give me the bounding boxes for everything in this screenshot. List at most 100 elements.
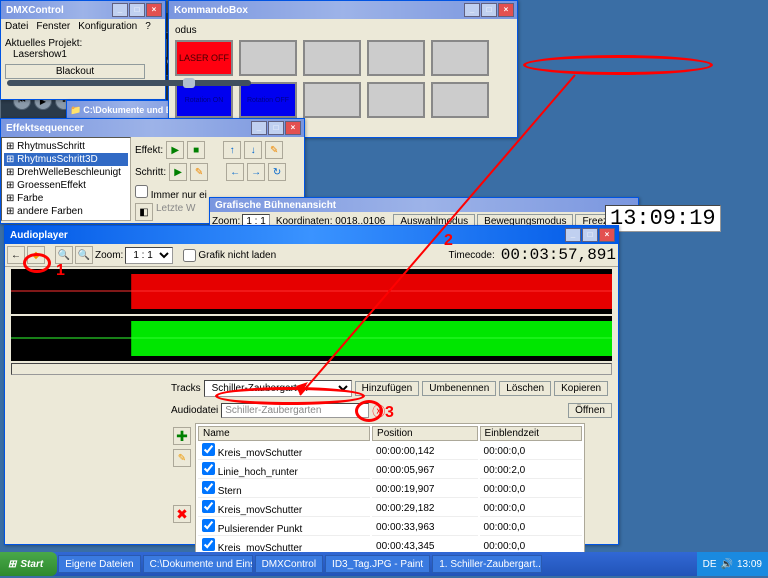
loop-icon[interactable]: ↻ [268, 163, 286, 181]
start-button[interactable]: ⊞Start [0, 552, 57, 576]
table-row[interactable]: Kreis_movSchutter00:00:00,14200:00:0,0 [198, 443, 582, 460]
zoom-in-icon[interactable]: 🔍 [55, 246, 73, 264]
maximize-button[interactable]: □ [268, 121, 284, 135]
clear-icon[interactable]: ⓧ [372, 401, 385, 420]
waveform-top[interactable] [11, 269, 612, 314]
marker-icon[interactable]: ◆ [27, 246, 45, 264]
table-row[interactable]: Pulsierender Punkt00:00:33,96300:00:0,0 [198, 519, 582, 536]
tree-item[interactable]: DrehWelleBeschleunigt [4, 166, 128, 179]
edit-icon[interactable]: ✎ [190, 163, 208, 181]
col-einblendzeit[interactable]: Einblendzeit [480, 426, 582, 441]
edit-icon[interactable]: ✎ [265, 141, 283, 159]
umbenennen-button[interactable]: Umbenennen [422, 381, 496, 396]
kopieren-button[interactable]: Kopieren [554, 381, 608, 396]
offnen-button[interactable]: Öffnen [568, 403, 612, 418]
left-icon[interactable]: ← [7, 246, 25, 264]
row-checkbox[interactable] [202, 481, 215, 494]
minimize-button[interactable]: _ [251, 121, 267, 135]
grafische-titlebar[interactable]: Grafische Bühnenansicht [210, 198, 638, 212]
minimize-button[interactable]: _ [464, 3, 480, 17]
prev-icon[interactable]: ← [226, 163, 244, 181]
next-icon[interactable]: → [247, 163, 265, 181]
window-title: Audioplayer [8, 230, 565, 241]
effektseq-titlebar[interactable]: Effektsequencer _ □ × [1, 119, 304, 137]
system-tray[interactable]: DE 🔊 13:09 [697, 552, 768, 576]
window-title: Effektsequencer [4, 123, 251, 134]
minimize-button[interactable]: _ [112, 3, 128, 17]
slot-button[interactable] [431, 82, 489, 118]
tree-item[interactable]: RhytmusSchritt [4, 140, 128, 153]
maximize-button[interactable]: □ [582, 228, 598, 242]
slot-button[interactable] [303, 40, 361, 76]
window-title: KommandoBox [172, 5, 464, 16]
menu-konfiguration[interactable]: Konfiguration [78, 21, 137, 32]
blackout-button[interactable]: Blackout [5, 64, 145, 79]
down-icon[interactable]: ↓ [244, 141, 262, 159]
tree-item[interactable]: RhytmusSchritt3D [4, 153, 128, 166]
kommandobox-titlebar[interactable]: KommandoBox _ □ × [169, 1, 517, 19]
grafik-checkbox[interactable] [183, 249, 196, 262]
tracks-select[interactable]: Schiller-Zaubergarten [204, 380, 352, 397]
maximize-button[interactable]: □ [481, 3, 497, 17]
minimize-button[interactable]: _ [565, 228, 581, 242]
tree-item[interactable]: andere Farben [4, 205, 128, 218]
schritt-label: Schritt: [135, 167, 166, 178]
menu-datei[interactable]: Datei [5, 21, 28, 32]
audioplayer-titlebar[interactable]: Audioplayer _ □ × [5, 226, 618, 244]
row-checkbox[interactable] [202, 519, 215, 532]
up-icon[interactable]: ↑ [223, 141, 241, 159]
dmxcontrol-titlebar[interactable]: DMXControl _ □ × [1, 1, 165, 19]
task-item[interactable]: DMXControl [255, 555, 323, 573]
table-row[interactable]: Stern00:00:19,90700:00:0,0 [198, 481, 582, 498]
laser-off-button[interactable]: LASER OFF [175, 40, 233, 76]
immer-checkbox[interactable] [135, 185, 148, 198]
close-button[interactable]: × [498, 3, 514, 17]
tree-item[interactable]: GroessenEffekt [4, 179, 128, 192]
col-position[interactable]: Position [372, 426, 477, 441]
table-row[interactable]: Kreis_movSchutter00:00:29,18200:00:0,0 [198, 500, 582, 517]
zoom-out-icon[interactable]: 🔍 [75, 246, 93, 264]
task-item[interactable]: Eigene Dateien [58, 555, 140, 573]
row-checkbox[interactable] [202, 443, 215, 456]
stop-icon[interactable]: ■ [187, 141, 205, 159]
menu-fenster[interactable]: Fenster [36, 21, 70, 32]
play-icon[interactable]: ▶ [169, 163, 187, 181]
seek-slider[interactable] [7, 80, 251, 86]
task-item[interactable]: C:\Dokumente und Eins... [143, 555, 253, 573]
edit-icon[interactable]: ✎ [173, 449, 191, 467]
grafik-label: Grafik nicht laden [198, 250, 276, 261]
audiodatei-input[interactable] [221, 403, 369, 418]
play-icon[interactable]: ▶ [166, 141, 184, 159]
slot-button[interactable] [367, 82, 425, 118]
row-checkbox[interactable] [202, 500, 215, 513]
loschen-button[interactable]: Löschen [499, 381, 551, 396]
scrollbar[interactable] [11, 363, 612, 375]
tree-item[interactable]: Farbe [4, 192, 128, 205]
effect-tree[interactable]: RhytmusSchritt RhytmusSchritt3D DrehWell… [1, 137, 131, 221]
btn[interactable]: ◧ [135, 203, 153, 221]
col-name[interactable]: Name [198, 426, 370, 441]
menu-help[interactable]: ? [145, 21, 151, 32]
maximize-button[interactable]: □ [129, 3, 145, 17]
hinzufugen-button[interactable]: Hinzufügen [355, 381, 420, 396]
add-icon[interactable]: ✚ [173, 427, 191, 445]
table-row[interactable]: Linie_hoch_runter00:00:05,96700:00:2,0 [198, 462, 582, 479]
waveform-bottom[interactable] [11, 316, 612, 361]
task-item[interactable]: ID3_Tag.JPG - Paint [325, 555, 430, 573]
slot-button[interactable] [303, 82, 361, 118]
close-button[interactable]: × [285, 121, 301, 135]
task-item[interactable]: 1. Schiller-Zaubergart... [432, 555, 542, 573]
row-checkbox[interactable] [202, 538, 215, 551]
zoom-select[interactable]: 1 : 1 [125, 247, 173, 264]
delete-icon[interactable]: ✖ [173, 505, 191, 523]
close-button[interactable]: × [599, 228, 615, 242]
lang-indicator[interactable]: DE [703, 559, 717, 570]
slot-button[interactable] [367, 40, 425, 76]
timecode-label: Timecode: [448, 250, 494, 261]
row-checkbox[interactable] [202, 462, 215, 475]
tab-label[interactable]: odus [173, 23, 513, 38]
slot-button[interactable] [239, 40, 297, 76]
slot-button[interactable] [431, 40, 489, 76]
close-button[interactable]: × [146, 3, 162, 17]
rotation-off-button[interactable]: Rotation OFF [239, 82, 297, 118]
